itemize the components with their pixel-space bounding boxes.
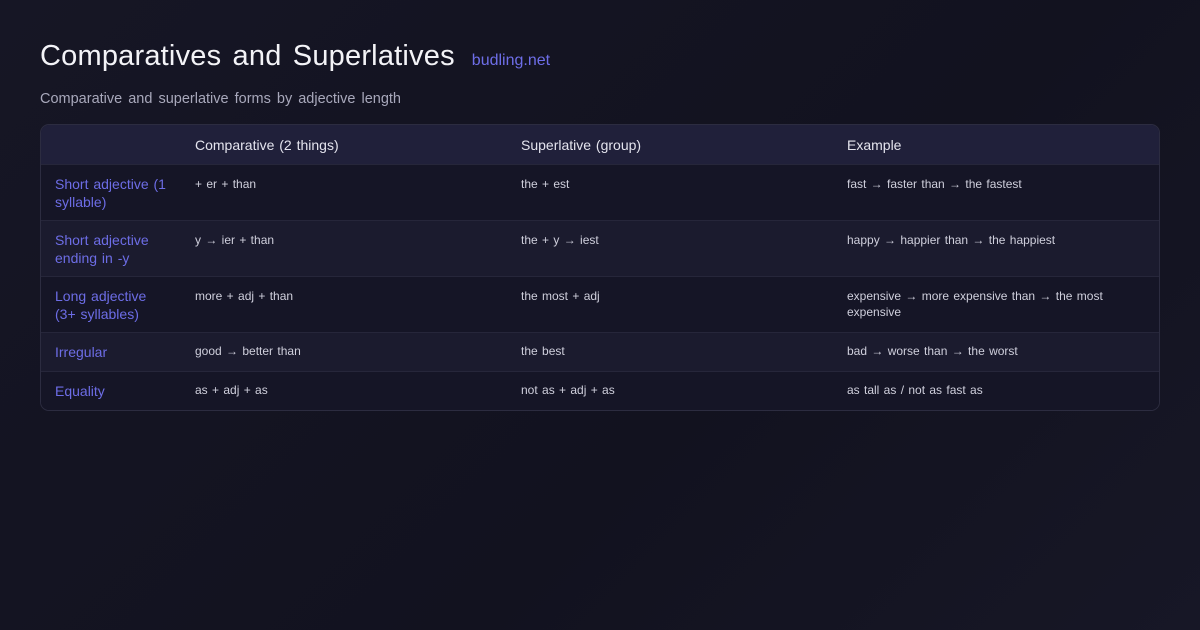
cell-comparative: + er + than <box>195 177 257 191</box>
row-label: Irregular <box>55 344 108 360</box>
table-row: Irregular good → better than the best ba… <box>41 332 1159 372</box>
cell-superlative: not as + adj + as <box>521 383 615 397</box>
column-header-comparative: Comparative (2 things) <box>181 125 507 165</box>
cell-example: happy → happier than → the happiest <box>847 233 1056 247</box>
row-label: Equality <box>55 383 105 399</box>
row-label: Long adjective (3+ syllables) <box>55 288 147 322</box>
column-header-example: Example <box>833 125 1159 165</box>
cell-example: bad → worse than → the worst <box>847 344 1018 358</box>
cell-superlative: the + est <box>521 177 570 191</box>
header: Comparatives and Superlatives budling.ne… <box>40 40 550 107</box>
table-row: Long adjective (3+ syllables) more + adj… <box>41 276 1159 333</box>
cell-superlative: the + y → iest <box>521 233 599 247</box>
cell-comparative: good → better than <box>195 344 301 358</box>
cell-example: expensive → more expensive than → the mo… <box>847 289 1103 319</box>
table-row: Short adjective (1 syllable) + er + than… <box>41 164 1159 221</box>
cell-comparative: y → ier + than <box>195 233 275 247</box>
cell-comparative: as + adj + as <box>195 383 268 397</box>
table-header-row: Comparative (2 things) Superlative (grou… <box>41 125 1159 165</box>
title-row: Comparatives and Superlatives budling.ne… <box>40 40 550 73</box>
column-header-superlative: Superlative (group) <box>507 125 833 165</box>
table-row: Short adjective ending in -y y → ier + t… <box>41 220 1159 277</box>
cell-example: fast → faster than → the fastest <box>847 177 1022 191</box>
cell-superlative: the best <box>521 344 565 358</box>
table-row: Equality as + adj + as not as + adj + as… <box>41 371 1159 410</box>
cell-example: as tall as / not as fast as <box>847 383 983 397</box>
row-label: Short adjective ending in -y <box>55 232 149 266</box>
page-subtitle: Comparative and superlative forms by adj… <box>40 91 401 107</box>
cell-superlative: the most + adj <box>521 289 600 303</box>
cell-comparative: more + adj + than <box>195 289 294 303</box>
page-title: Comparatives and Superlatives <box>40 40 455 72</box>
brand-link[interactable]: budling.net <box>472 52 550 70</box>
column-header-blank <box>41 125 181 165</box>
row-label: Short adjective (1 syllable) <box>55 176 166 210</box>
forms-table: Comparative (2 things) Superlative (grou… <box>40 124 1160 411</box>
page: Comparatives and Superlatives budling.ne… <box>0 0 1200 630</box>
